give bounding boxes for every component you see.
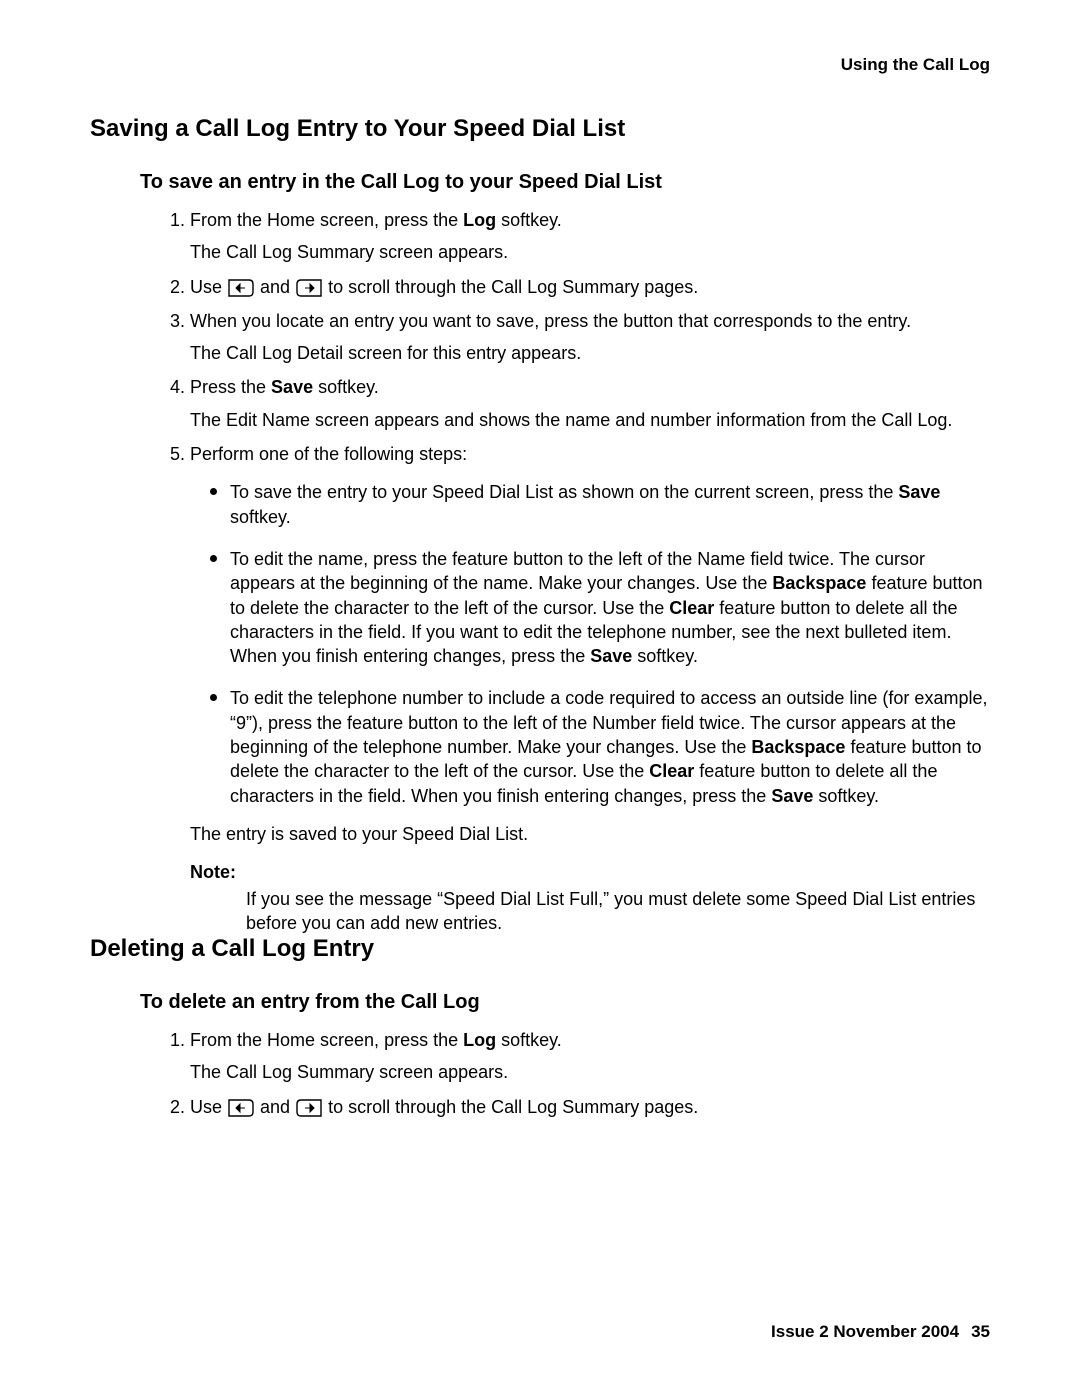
note-block: Note: If you see the message “Speed Dial… [190, 860, 990, 935]
bullet-save-as-shown: To save the entry to your Speed Dial Lis… [230, 476, 990, 529]
document-page: Using the Call Log Saving a Call Log Ent… [0, 0, 1080, 1397]
save-steps-list: From the Home screen, press the Log soft… [160, 208, 990, 846]
log-softkey-label: Log [463, 210, 496, 230]
text: Use [190, 1097, 227, 1117]
section-deleting-title: Deleting a Call Log Entry [90, 935, 990, 963]
save-step-4: Press the Save softkey. The Edit Name sc… [190, 375, 990, 432]
text: Press the [190, 377, 271, 397]
text: From the Home screen, press the [190, 210, 463, 230]
save-softkey-label: Save [771, 786, 813, 806]
log-softkey-label: Log [463, 1030, 496, 1050]
step-result: The entry is saved to your Speed Dial Li… [190, 822, 990, 846]
save-step-1: From the Home screen, press the Log soft… [190, 208, 990, 265]
clear-label: Clear [649, 761, 694, 781]
save-sub-bullets: To save the entry to your Speed Dial Lis… [210, 476, 990, 808]
text: softkey. [813, 786, 879, 806]
delete-steps-list: From the Home screen, press the Log soft… [160, 1028, 990, 1119]
delete-step-1: From the Home screen, press the Log soft… [190, 1028, 990, 1085]
step-result: The Call Log Summary screen appears. [190, 1060, 990, 1084]
arrow-right-icon [295, 278, 323, 298]
text: and [255, 277, 295, 297]
step-result: The Edit Name screen appears and shows t… [190, 408, 990, 432]
step-result: The Call Log Summary screen appears. [190, 240, 990, 264]
save-step-3: When you locate an entry you want to sav… [190, 309, 990, 366]
text: When you locate an entry you want to sav… [190, 311, 911, 331]
text: Use [190, 277, 227, 297]
save-softkey-label: Save [590, 646, 632, 666]
delete-step-2: Use and to scroll through the Call Log S… [190, 1095, 990, 1119]
text: to scroll through the Call Log Summary p… [323, 277, 698, 297]
step-result: The Call Log Detail screen for this entr… [190, 341, 990, 365]
footer-page-number: 35 [971, 1322, 990, 1341]
save-softkey-label: Save [898, 482, 940, 502]
text: softkey. [230, 507, 291, 527]
backspace-label: Backspace [751, 737, 845, 757]
clear-label: Clear [669, 598, 714, 618]
text: to scroll through the Call Log Summary p… [323, 1097, 698, 1117]
text: softkey. [632, 646, 698, 666]
arrow-left-icon [227, 278, 255, 298]
note-label: Note: [190, 860, 990, 884]
text: softkey. [496, 210, 562, 230]
save-step-5: Perform one of the following steps: To s… [190, 442, 990, 846]
footer-issue: Issue 2 November 2004 [771, 1322, 959, 1341]
arrow-left-icon [227, 1098, 255, 1118]
subsection-save-title: To save an entry in the Call Log to your… [140, 171, 990, 194]
note-body: If you see the message “Speed Dial List … [246, 887, 990, 936]
text: To save the entry to your Speed Dial Lis… [230, 482, 898, 502]
save-softkey-label: Save [271, 377, 313, 397]
text: softkey. [313, 377, 379, 397]
text: Perform one of the following steps: [190, 444, 467, 464]
section-saving-title: Saving a Call Log Entry to Your Speed Di… [90, 115, 990, 143]
save-step-2: Use and to scroll through the Call Log S… [190, 275, 990, 299]
bullet-edit-name: To edit the name, press the feature butt… [230, 543, 990, 668]
subsection-delete-title: To delete an entry from the Call Log [140, 991, 990, 1014]
bullet-edit-number: To edit the telephone number to include … [230, 682, 990, 807]
page-footer: Issue 2 November 2004 35 [771, 1322, 990, 1342]
arrow-right-icon [295, 1098, 323, 1118]
backspace-label: Backspace [772, 573, 866, 593]
text: From the Home screen, press the [190, 1030, 463, 1050]
text: and [255, 1097, 295, 1117]
header-breadcrumb: Using the Call Log [90, 55, 990, 75]
text: softkey. [496, 1030, 562, 1050]
